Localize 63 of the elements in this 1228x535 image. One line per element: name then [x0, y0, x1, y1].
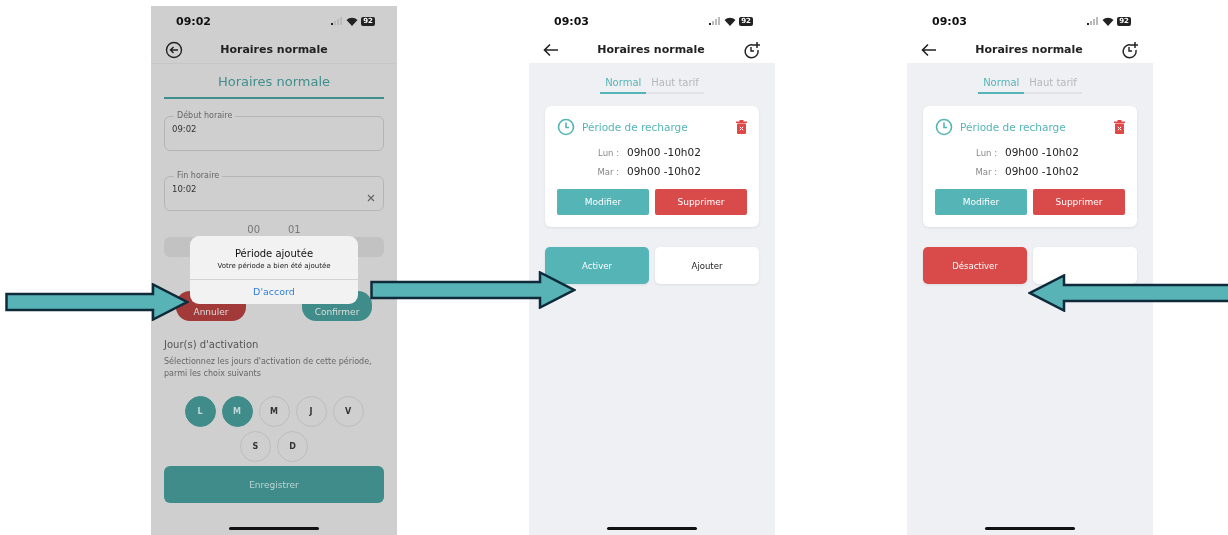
- screen-title: Horaires normale: [597, 43, 705, 56]
- wifi-icon: [346, 16, 359, 26]
- status-time: 09:03: [932, 14, 967, 28]
- screen-title: Horaires normale: [975, 43, 1083, 56]
- day-label: Lun :: [597, 148, 619, 158]
- time-field[interactable]: Fin horaire 10:02: [164, 171, 384, 211]
- clock-icon: [935, 118, 953, 136]
- time-range: 09h00 -10h02: [627, 146, 701, 158]
- back-icon[interactable]: [165, 40, 183, 59]
- add-button[interactable]: Ajouter: [655, 247, 759, 284]
- picker-value: 00: [247, 223, 260, 237]
- tab[interactable]: Normal: [978, 75, 1025, 94]
- clock-plus-icon[interactable]: [743, 40, 761, 59]
- wifi-icon: [724, 16, 737, 26]
- tab[interactable]: Normal: [600, 75, 647, 94]
- save-button[interactable]: Enregistrer: [164, 466, 384, 503]
- trash-icon[interactable]: [736, 120, 747, 134]
- day-toggle[interactable]: D: [277, 431, 308, 462]
- day-label: Mar :: [974, 167, 997, 177]
- field-label: Début horaire: [176, 111, 234, 121]
- delete-button[interactable]: Supprimer: [655, 189, 747, 215]
- back-icon[interactable]: [921, 42, 937, 57]
- day-label: Mar :: [596, 167, 619, 177]
- signal-icon: [1087, 17, 1100, 25]
- back-icon[interactable]: [543, 42, 559, 57]
- field-value: 10:02: [172, 184, 198, 194]
- day-label: Lun :: [975, 148, 997, 158]
- picker-value: 01: [288, 223, 301, 237]
- signal-icon: [331, 17, 344, 25]
- card-title: Période de recharge: [960, 121, 1067, 133]
- day-toggle[interactable]: L: [184, 396, 216, 427]
- field-value: 09:02: [172, 124, 198, 134]
- day-toggle[interactable]: V: [332, 396, 364, 427]
- screen-title: Horaires normale: [220, 43, 328, 56]
- time-field[interactable]: Début horaire 09:02: [164, 111, 384, 151]
- day-toggle[interactable]: M: [258, 396, 290, 427]
- edit-button[interactable]: Modifier: [935, 189, 1027, 215]
- field-label: Fin horaire: [176, 171, 221, 181]
- status-time: 09:02: [176, 14, 211, 28]
- ok-button[interactable]: D'accord: [190, 279, 358, 304]
- status-time: 09:03: [554, 14, 589, 28]
- deactivate-button[interactable]: Désactiver: [923, 247, 1027, 284]
- activate-button[interactable]: Activer: [545, 247, 649, 284]
- wifi-icon: [1102, 16, 1115, 26]
- day-toggle[interactable]: M: [221, 396, 253, 427]
- dialog-title: Période ajoutée: [234, 248, 314, 259]
- clear-icon[interactable]: [367, 194, 375, 202]
- time-range: 09h00 -10h02: [627, 165, 701, 177]
- clock-icon: [557, 118, 575, 136]
- signal-icon: [709, 17, 722, 25]
- section-tab[interactable]: Horaires normale: [164, 64, 384, 99]
- delete-button[interactable]: Supprimer: [1033, 189, 1125, 215]
- day-toggle[interactable]: J: [295, 396, 327, 427]
- days-title: Jour(s) d'activation: [164, 339, 260, 350]
- days-hint: Sélectionnez les jours d'activation de cette période, parmi les choix suivants: [164, 356, 373, 380]
- edit-button[interactable]: Modifier: [557, 189, 649, 215]
- day-toggle[interactable]: S: [240, 431, 271, 462]
- time-range: 09h00 -10h02: [1005, 165, 1079, 177]
- add-button[interactable]: [1033, 247, 1137, 284]
- clock-plus-icon[interactable]: [1121, 40, 1139, 59]
- card-title: Période de recharge: [582, 121, 689, 133]
- time-range: 09h00 -10h02: [1005, 146, 1079, 158]
- trash-icon[interactable]: [1114, 120, 1125, 134]
